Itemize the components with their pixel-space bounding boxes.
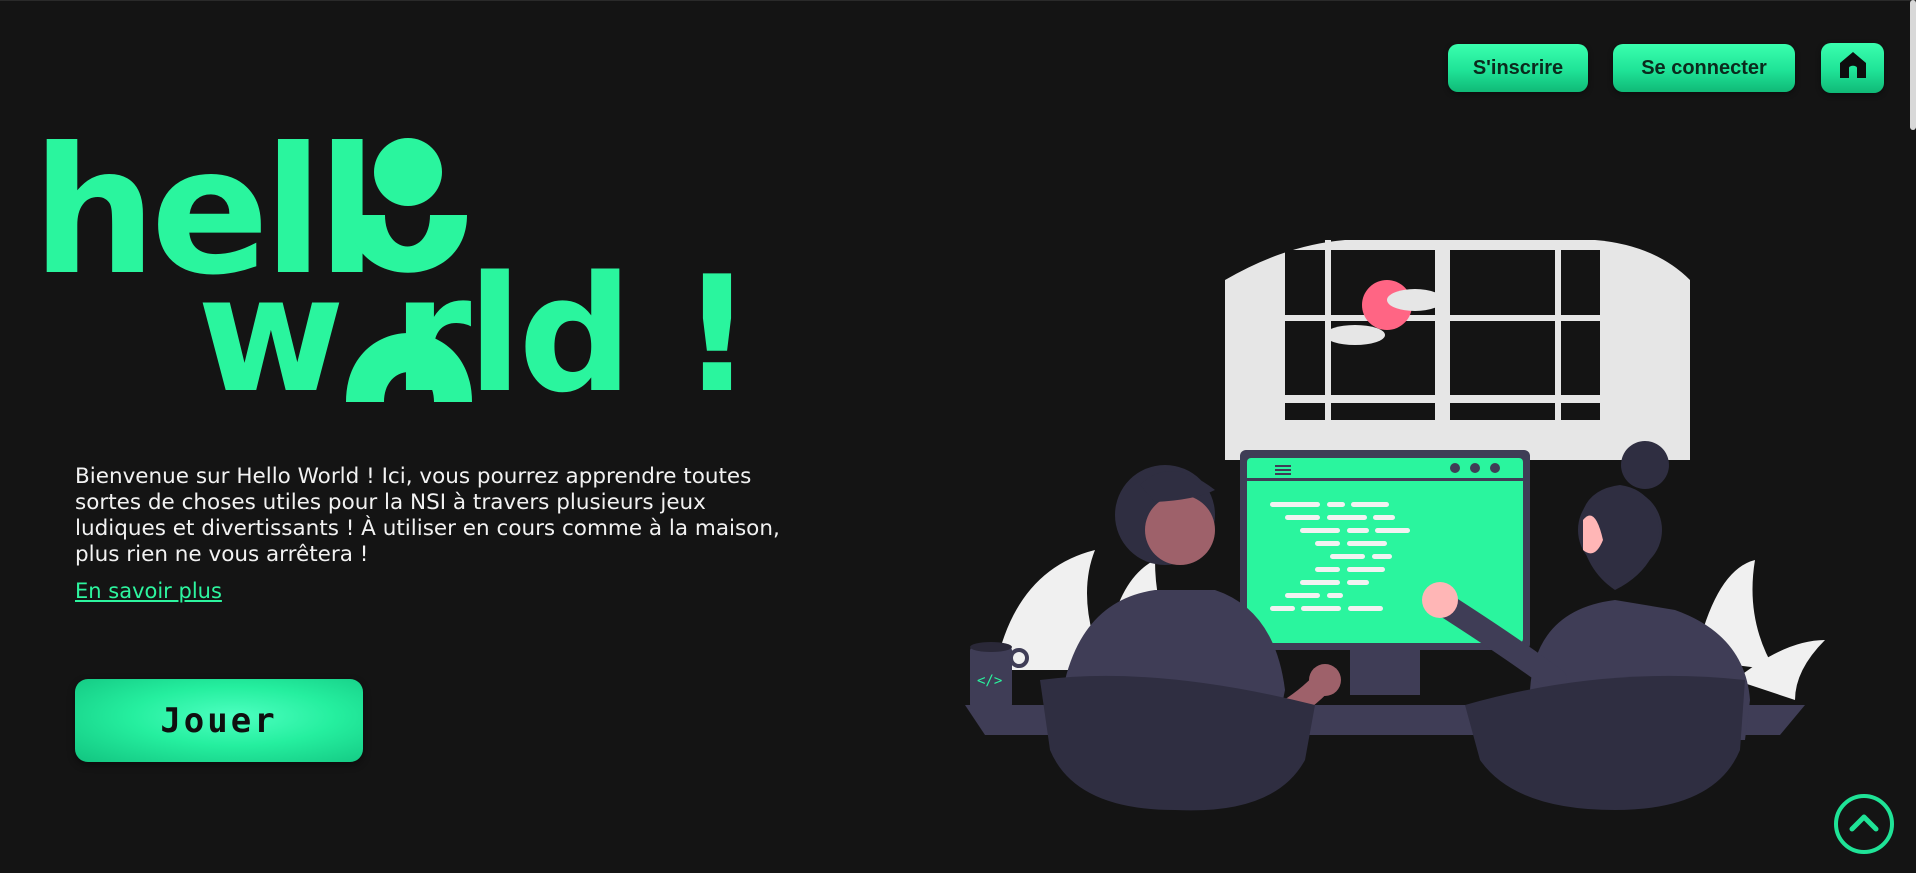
signup-button[interactable]: S'inscrire	[1448, 44, 1588, 92]
intro-paragraph: Bienvenue sur Hello World ! Ici, vous po…	[75, 464, 780, 567]
play-button[interactable]: Jouer	[75, 679, 363, 762]
home-icon	[1837, 49, 1869, 87]
hello-world-logo: hell w rld !	[32, 111, 862, 428]
scrollbar-thumb[interactable]	[1910, 0, 1916, 130]
learn-more-link[interactable]: En savoir plus	[75, 579, 222, 603]
svg-text:</>: </>	[977, 673, 1002, 689]
logo-line-2: w rld !	[197, 241, 749, 402]
home-button[interactable]	[1821, 43, 1884, 93]
chevron-up-icon	[1849, 812, 1879, 837]
scroll-to-top-button[interactable]	[1834, 794, 1894, 854]
coding-illustration: </>	[955, 240, 1825, 820]
login-button[interactable]: Se connecter	[1613, 44, 1795, 92]
top-border	[0, 0, 1916, 1]
